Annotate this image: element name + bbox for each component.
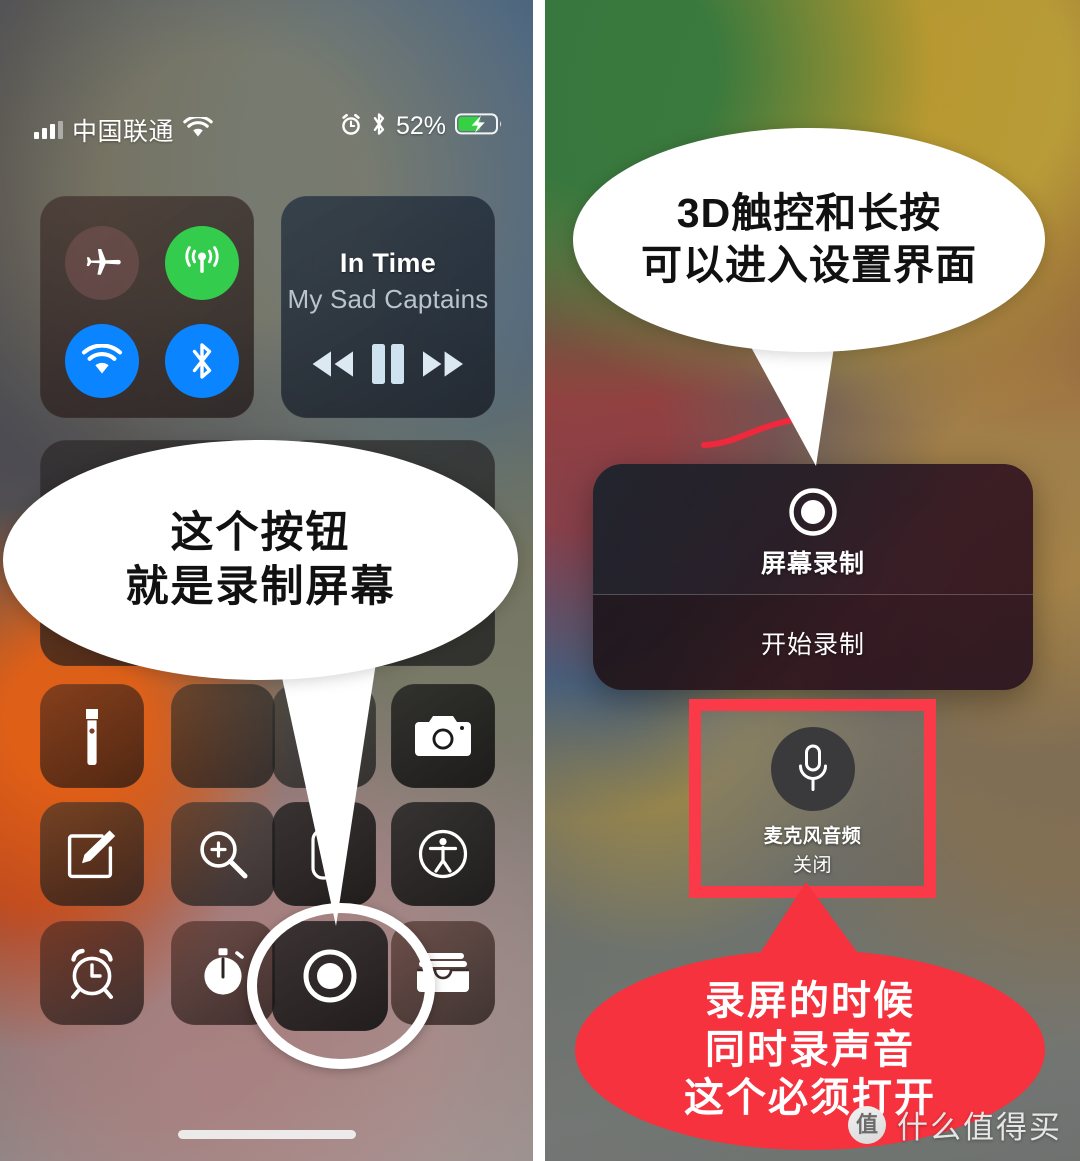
status-bar-left: 中国联通: [34, 112, 213, 148]
now-playing-artist: My Sad Captains: [287, 284, 489, 314]
connectivity-module: [40, 196, 254, 418]
red-callout-line2: 同时录声音: [705, 1027, 915, 1072]
right-callout-line1: 3D触控和长按: [676, 190, 942, 237]
now-playing-controls: [281, 334, 495, 394]
pause-button[interactable]: [367, 342, 409, 386]
alarm-clock-icon: [71, 948, 113, 999]
cellular-icon: [185, 246, 219, 273]
magnifier-plus-icon: [200, 831, 248, 879]
airplane-icon: [86, 249, 121, 275]
screen-record-sheet-header: 屏幕录制: [593, 464, 1033, 594]
screen-record-title: 屏幕录制: [760, 550, 865, 578]
accessibility-icon: [418, 829, 468, 879]
watermark-text: 什么值得买: [897, 1110, 1062, 1145]
screenshot-stage: 中国联通 52% In Time My Sad Captains 这个按钮 就是…: [0, 0, 1080, 1161]
now-playing-title: In Time: [339, 248, 437, 278]
microphone-highlight-box: [689, 699, 936, 898]
watermark-logo: 值: [848, 1105, 886, 1144]
status-bar: 中国联通 52%: [0, 112, 533, 152]
timer-icon: [204, 948, 244, 995]
notes-tile[interactable]: [40, 802, 144, 906]
left-callout-line1: 这个按钮: [170, 508, 351, 557]
bluetooth-icon: [371, 112, 387, 141]
alarm-icon: [340, 113, 362, 141]
red-callout-line1: 录屏的时候: [705, 978, 915, 1023]
left-screenshot-panel: 中国联通 52% In Time My Sad Captains 这个按钮 就是…: [0, 0, 533, 1161]
rewind-icon: [312, 351, 353, 377]
right-callout-line2: 可以进入设置界面: [641, 242, 977, 288]
battery-charging-icon: [455, 112, 503, 141]
wifi-icon: [183, 114, 213, 144]
right-callout-text: 3D触控和长按 可以进入设置界面: [573, 128, 1045, 352]
accessibility-tile[interactable]: [391, 802, 495, 906]
fast-forward-button[interactable]: [417, 348, 469, 380]
bluetooth-toggle[interactable]: [165, 324, 239, 398]
rewind-button[interactable]: [307, 348, 359, 380]
signal-bars-icon: [34, 121, 63, 139]
now-playing-module: In Time My Sad Captains: [281, 196, 495, 418]
screen-record-sheet: 屏幕录制 开始录制: [593, 464, 1033, 690]
watermark: 值 什么值得买: [848, 1102, 1062, 1147]
status-bar-right: 52%: [340, 112, 503, 141]
flashlight-icon: [86, 709, 98, 765]
home-indicator[interactable]: [177, 1130, 356, 1139]
right-callout-bubble: 3D触控和长按 可以进入设置界面: [573, 128, 1045, 352]
fast-forward-icon: [423, 351, 463, 377]
start-recording-row[interactable]: 开始录制: [593, 595, 1033, 690]
start-recording-label: 开始录制: [760, 630, 865, 659]
carrier-label: 中国联通: [72, 118, 175, 146]
left-callout-text: 这个按钮 就是录制屏幕: [3, 440, 518, 680]
camera-icon: [415, 716, 471, 756]
pause-icon: [372, 344, 404, 384]
cellular-data-toggle[interactable]: [165, 226, 239, 300]
wifi-toggle[interactable]: [65, 324, 139, 398]
camera-tile[interactable]: [391, 684, 495, 788]
battery-percent-label: 52%: [395, 112, 446, 140]
left-callout-bubble: 这个按钮 就是录制屏幕: [3, 440, 518, 680]
alarm-tile[interactable]: [40, 921, 144, 1025]
note-edit-icon: [67, 830, 116, 879]
wifi-icon: [81, 344, 123, 374]
airplane-mode-toggle[interactable]: [65, 226, 139, 300]
left-callout-line2: 就是录制屏幕: [125, 563, 396, 611]
bluetooth-icon: [192, 343, 212, 379]
record-icon: [783, 482, 843, 547]
flashlight-tile[interactable]: [40, 684, 144, 788]
